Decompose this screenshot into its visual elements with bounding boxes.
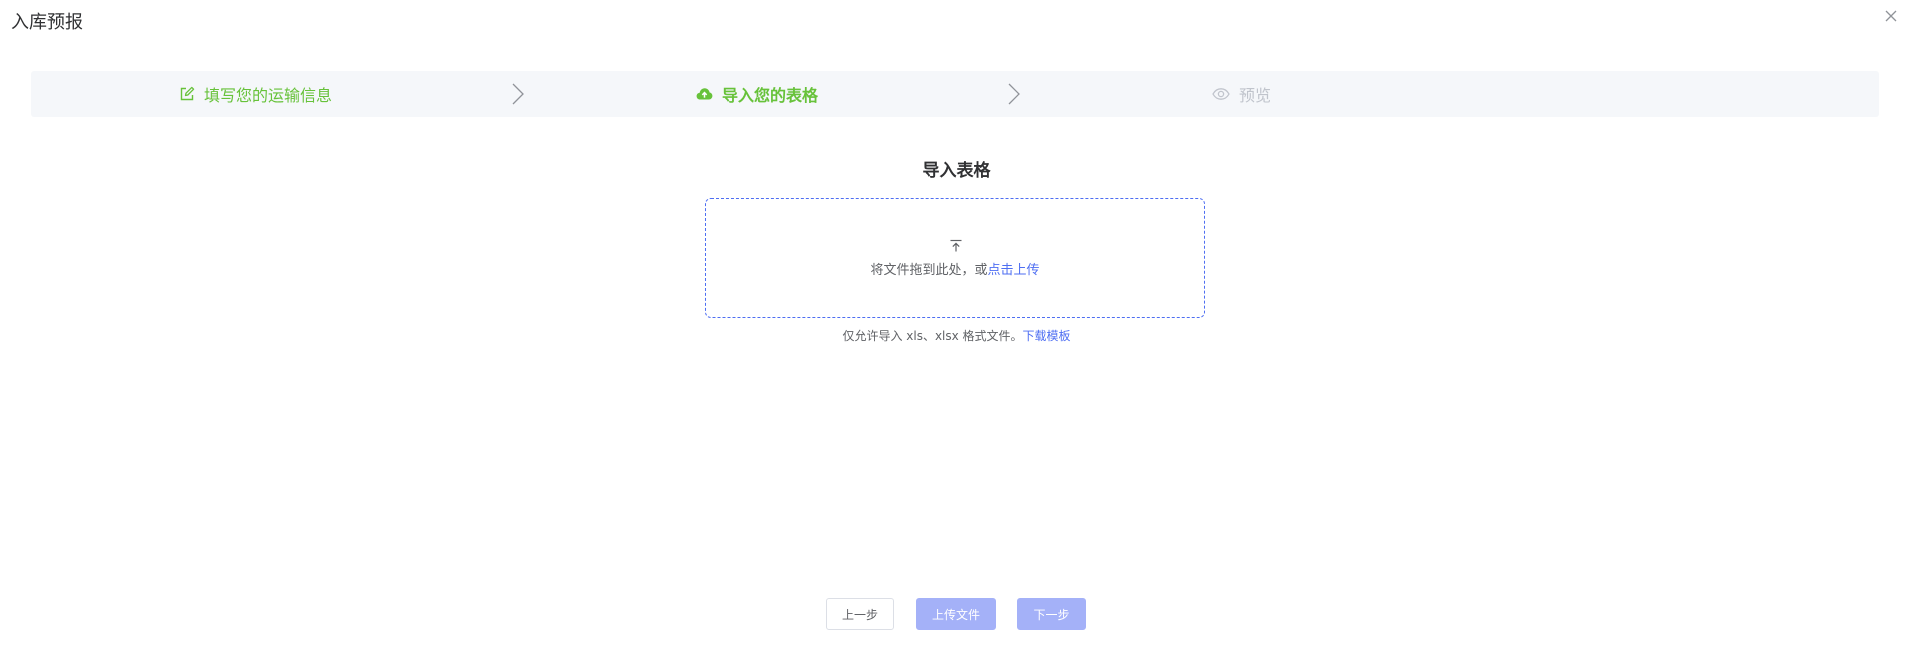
previous-step-button[interactable]: 上一步: [826, 598, 894, 630]
close-button[interactable]: [1883, 8, 1899, 24]
dialog-title: 入库预报: [11, 12, 83, 33]
upload-file-button[interactable]: 上传文件: [916, 598, 996, 630]
steps-bar: 填写您的运输信息 导入您的表格 预览: [31, 71, 1879, 117]
upload-icon: [950, 239, 962, 252]
close-icon: [1885, 10, 1897, 22]
import-dialog: 入库预报 填写您的运输信息 导入您的表格 预览 导入表格 将文件拖到此处，或点击…: [0, 0, 1913, 655]
step-label: 导入您的表格: [722, 86, 819, 105]
upload-tip: 仅允许导入 xls、xlsx 格式文件。下载模板: [0, 327, 1913, 344]
step-label: 填写您的运输信息: [204, 86, 333, 105]
download-template-link[interactable]: 下载模板: [1023, 329, 1071, 343]
next-step-button[interactable]: 下一步: [1017, 598, 1086, 630]
edit-icon: [179, 86, 195, 102]
chevron-right-icon: [512, 83, 524, 105]
drag-text: 将文件拖到此处，或: [870, 263, 988, 278]
chevron-right-icon: [1008, 83, 1020, 105]
eye-icon: [1212, 88, 1230, 100]
step-shipping-info[interactable]: 填写您的运输信息: [179, 71, 332, 117]
click-upload-link[interactable]: 点击上传: [988, 263, 1040, 278]
step-label: 预览: [1239, 86, 1272, 105]
section-title: 导入表格: [922, 161, 991, 181]
upload-dropzone[interactable]: 将文件拖到此处，或点击上传: [705, 198, 1205, 318]
step-import-table[interactable]: 导入您的表格: [696, 71, 818, 117]
upload-instructions: 将文件拖到此处，或点击上传: [706, 259, 1204, 278]
cloud-upload-icon: [696, 87, 713, 101]
tip-text: 仅允许导入 xls、xlsx 格式文件。: [842, 329, 1023, 343]
step-preview[interactable]: 预览: [1212, 71, 1271, 117]
